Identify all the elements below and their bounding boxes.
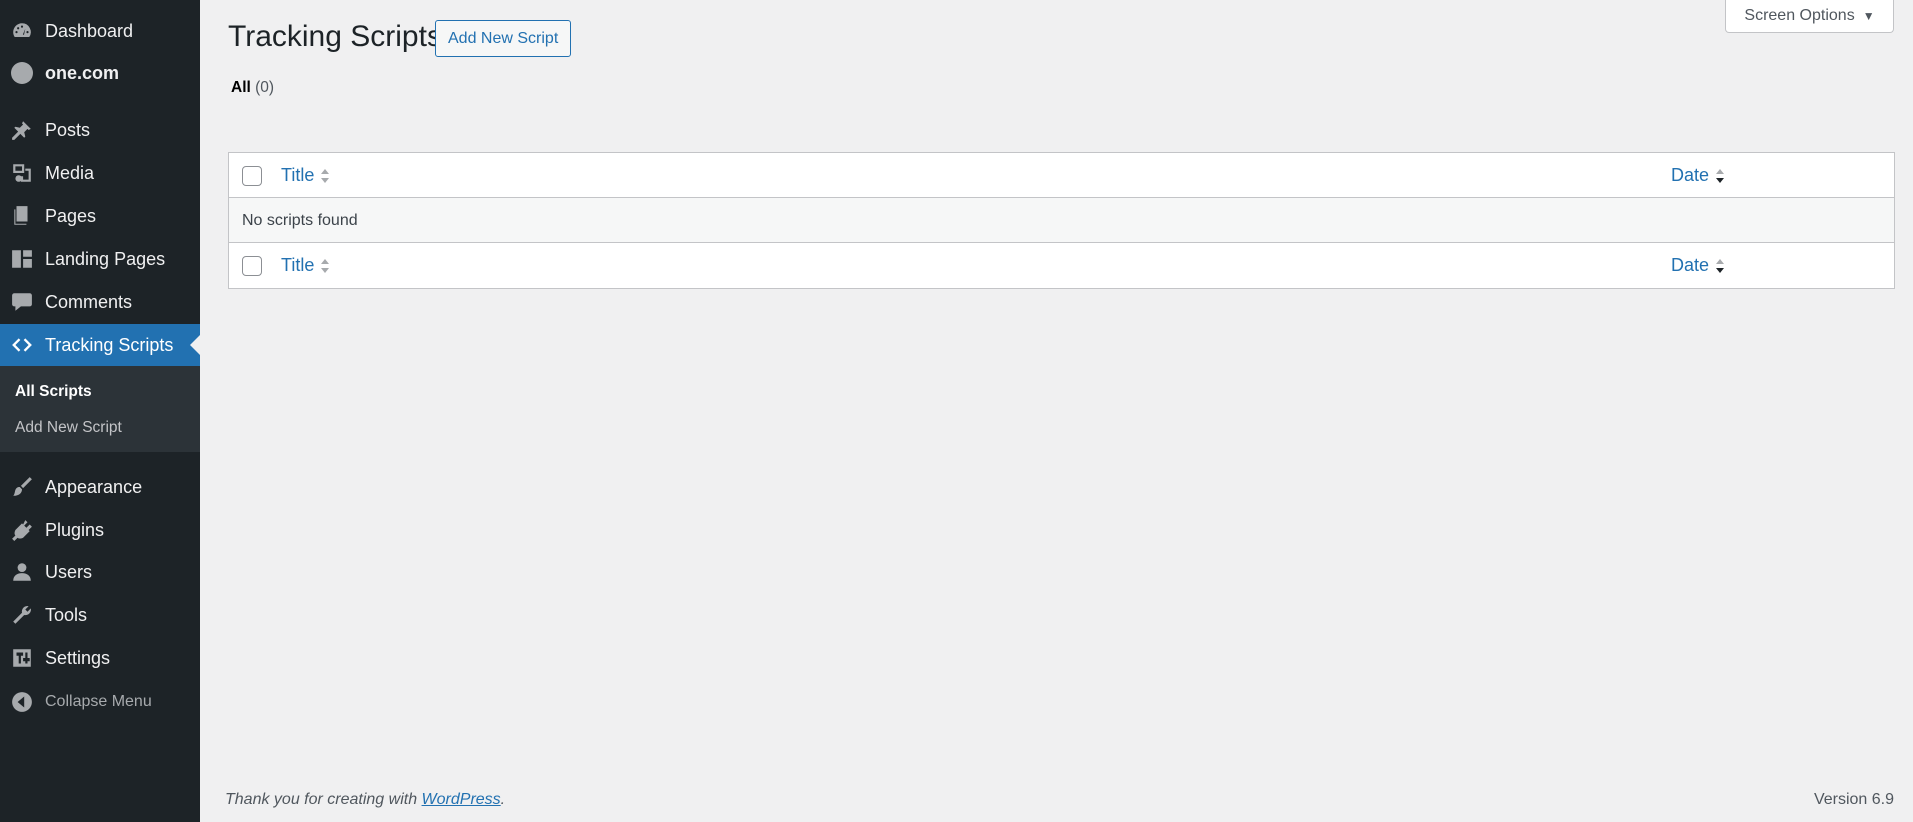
sidebar-item-pages[interactable]: Pages	[0, 195, 200, 237]
sidebar-item-label: Media	[45, 162, 95, 183]
select-all-checkbox-footer[interactable]	[242, 256, 262, 276]
sort-icon	[321, 168, 330, 183]
brush-icon	[11, 476, 33, 498]
scripts-table: Title Date No scripts found Title Date	[228, 152, 1895, 289]
screen-options-label: Screen Options	[1744, 7, 1855, 24]
sidebar-item-label: Tracking Scripts	[45, 334, 174, 355]
sidebar-item-label: Posts	[45, 119, 91, 140]
pages-icon	[11, 205, 33, 227]
select-all-checkbox[interactable]	[242, 166, 262, 186]
submenu-item-add-new-script[interactable]: Add New Script	[15, 419, 122, 437]
collapse-menu-button[interactable]: Collapse Menu	[0, 681, 200, 723]
filter-all-count: (0)	[255, 79, 275, 96]
add-new-script-button[interactable]: Add New Script	[435, 20, 572, 57]
sidebar-item-appearance[interactable]: Appearance	[0, 466, 200, 508]
column-date-sort[interactable]: Date	[1671, 165, 1725, 186]
column-title-sort-footer[interactable]: Title	[281, 255, 330, 276]
submenu-item-all-scripts[interactable]: All Scripts	[15, 383, 92, 401]
sort-desc-icon	[1716, 258, 1725, 273]
sidebar-item-tools[interactable]: Tools	[0, 594, 200, 636]
sidebar-item-label: Plugins	[45, 519, 105, 540]
sidebar-item-plugins[interactable]: Plugins	[0, 509, 200, 551]
comment-icon	[11, 291, 33, 313]
no-items-message: No scripts found	[242, 212, 358, 229]
sidebar-item-label: Appearance	[45, 476, 143, 497]
filter-all[interactable]: All	[231, 79, 251, 96]
wordpress-link[interactable]: WordPress	[422, 791, 501, 808]
sidebar-item-label: Settings	[45, 647, 111, 668]
sidebar-item-label: Pages	[45, 205, 97, 226]
sidebar-item-media[interactable]: Media	[0, 152, 200, 194]
user-icon	[11, 561, 33, 583]
sidebar-item-label: Dashboard	[45, 20, 134, 41]
landing-pages-icon	[11, 248, 33, 270]
sidebar-item-posts[interactable]: Posts	[0, 109, 200, 151]
tracking-scripts-submenu: All Scripts Add New Script	[0, 366, 200, 452]
sidebar-item-dashboard[interactable]: Dashboard	[0, 10, 200, 52]
dashboard-icon	[11, 20, 33, 42]
status-filters: All (0)	[231, 79, 274, 97]
plugin-icon	[11, 519, 33, 541]
media-icon	[11, 162, 33, 184]
sidebar-item-label: Tools	[45, 604, 88, 625]
column-date-sort-footer[interactable]: Date	[1671, 255, 1725, 276]
sidebar-item-users[interactable]: Users	[0, 551, 200, 593]
footer-thanks: Thank you for creating with WordPress.	[225, 791, 505, 809]
column-date-label: Date	[1671, 165, 1710, 185]
sidebar-item-label: Collapse Menu	[45, 693, 152, 710]
settings-icon	[11, 647, 33, 669]
sidebar-item-label: Comments	[45, 291, 133, 312]
sidebar-item-landing-pages[interactable]: Landing Pages	[0, 238, 200, 280]
page-title: Tracking Scripts	[228, 20, 442, 53]
screen-options-button[interactable]: Screen Options ▼	[1725, 0, 1894, 33]
onecom-icon	[11, 62, 33, 84]
table-row: No scripts found	[229, 198, 1894, 243]
sidebar-item-settings[interactable]: Settings	[0, 637, 200, 679]
column-title-label: Title	[281, 255, 315, 275]
footer-version: Version 6.9	[1813, 791, 1894, 808]
admin-sidebar: Dashboard one.com Posts Media Pages Land…	[0, 0, 200, 822]
footer-thanks-suffix: .	[500, 791, 506, 808]
sort-icon	[321, 258, 330, 273]
sort-desc-icon	[1716, 168, 1725, 183]
sidebar-item-label: Users	[45, 561, 93, 582]
footer-thanks-prefix: Thank you for creating with	[225, 791, 422, 808]
column-date-label: Date	[1671, 255, 1710, 275]
table-footer-row: Title Date	[229, 243, 1894, 288]
caret-down-icon: ▼	[1862, 9, 1875, 23]
sidebar-item-comments[interactable]: Comments	[0, 281, 200, 323]
table-header-row: Title Date	[229, 153, 1894, 198]
sidebar-item-label: one.com	[45, 62, 120, 83]
pushpin-icon	[11, 119, 33, 141]
column-title-sort[interactable]: Title	[281, 165, 330, 186]
sidebar-item-onecom[interactable]: one.com	[0, 52, 200, 94]
code-icon	[11, 334, 33, 356]
sidebar-item-label: Landing Pages	[45, 248, 166, 269]
sidebar-item-tracking-scripts[interactable]: Tracking Scripts	[0, 324, 200, 366]
wrench-icon	[11, 604, 33, 626]
collapse-icon	[11, 691, 33, 713]
column-title-label: Title	[281, 165, 315, 185]
